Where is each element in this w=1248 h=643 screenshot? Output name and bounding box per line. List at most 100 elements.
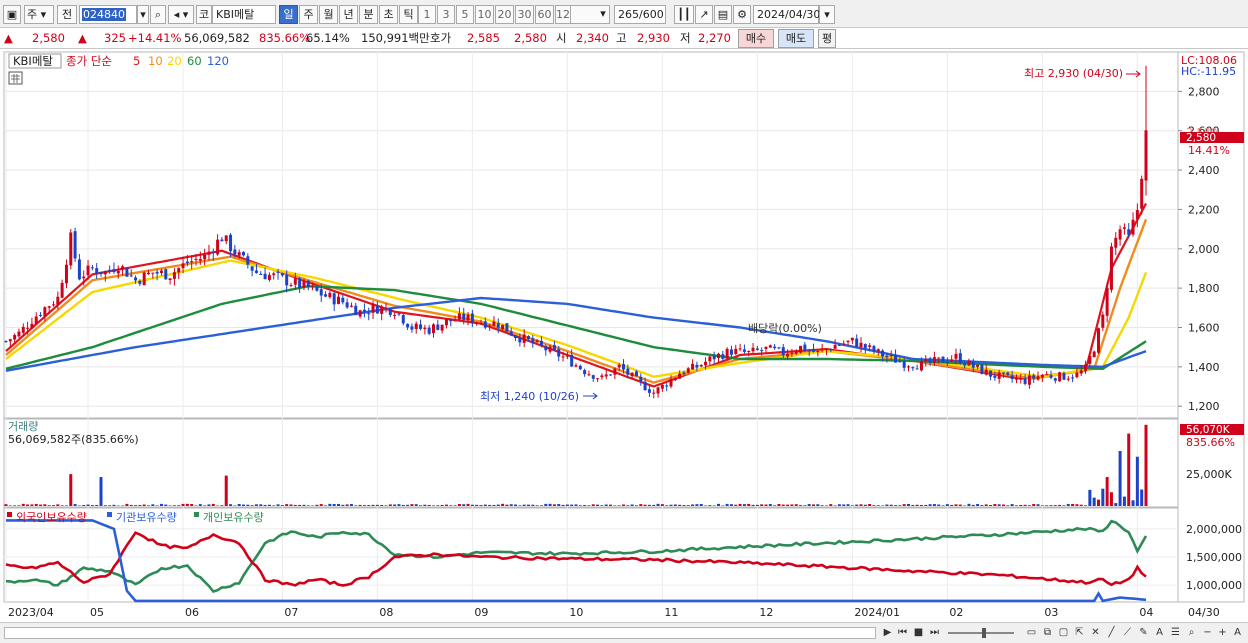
x-tick-label: 2023/04 (8, 606, 54, 619)
zoom-out-icon[interactable]: − (1200, 626, 1215, 640)
x-tick-label: 12 (759, 606, 773, 619)
period-button[interactable]: 초 (379, 5, 398, 24)
chart-type-icon[interactable]: ↗ (695, 5, 713, 24)
interval-button[interactable]: 5 (456, 5, 474, 24)
crosshair-icon[interactable]: ✕ (1088, 626, 1103, 640)
zoom-slider-thumb[interactable] (982, 628, 986, 638)
interval-button[interactable]: 1 (418, 5, 436, 24)
last-page-icon[interactable]: ⏭ (927, 626, 942, 640)
line-tool-icon[interactable]: ╱ (1104, 626, 1119, 640)
market-select[interactable]: 주 ▾ (24, 5, 54, 24)
first-page-icon[interactable]: ⏮ (895, 626, 910, 640)
x-tick-label: 07 (284, 606, 298, 619)
volume-bar (574, 504, 578, 506)
calendar-dropdown-icon[interactable]: ▾ (819, 5, 835, 24)
interval-button[interactable]: 10 (475, 5, 494, 24)
date-field[interactable]: 2024/04/30 (753, 5, 820, 24)
candle-body (1032, 375, 1036, 379)
candle-body (600, 375, 604, 378)
text-tool-icon[interactable]: A (1152, 626, 1167, 640)
speaker-icon[interactable]: ◂ ▾ (168, 5, 194, 24)
period-button[interactable]: 분 (359, 5, 378, 24)
table-toggle-icon[interactable] (8, 71, 23, 85)
settings-tool-icon[interactable]: ☰ (1168, 626, 1183, 640)
volume-bar (591, 504, 595, 506)
period-button[interactable]: 틱 (399, 5, 418, 24)
save-icon[interactable]: ▤ (714, 5, 732, 24)
volume-tag-pct: 835.66% (1186, 436, 1235, 449)
stock-code-input[interactable]: 024840 (79, 5, 137, 24)
market-short-label: 코 (196, 5, 212, 24)
copy-icon[interactable]: ⧉ (1040, 626, 1055, 640)
code-dropdown-icon[interactable]: ▾ (137, 5, 149, 24)
fit-icon[interactable]: ⇱ (1072, 626, 1087, 640)
interval-button[interactable]: 30 (515, 5, 534, 24)
volume-bar (570, 504, 574, 506)
zoom-icon[interactable]: ⌕ (1184, 626, 1199, 640)
gear-icon[interactable]: ⚙ (733, 5, 751, 24)
candle-body (8, 339, 12, 342)
candle-type-icon[interactable]: ┃┃ (674, 5, 694, 24)
volume-bar (125, 503, 129, 506)
candle-body (496, 323, 500, 328)
interval-button[interactable]: 3 (437, 5, 455, 24)
candle-body (548, 346, 552, 352)
candle-body (1114, 237, 1118, 248)
font-size-icon[interactable]: A (1230, 626, 1245, 640)
window-icon[interactable]: ▢ (1056, 626, 1071, 640)
volume-bar (419, 505, 423, 506)
draw-tool-icon[interactable]: ▭ (1024, 626, 1039, 640)
interval-dropdown-icon[interactable]: ▾ (596, 5, 610, 24)
chart-scrollbar[interactable] (4, 627, 876, 639)
volume-bar (945, 504, 949, 506)
search-icon[interactable]: ⌕ (150, 5, 166, 24)
stock-chart[interactable]: 2,8002,6002,4002,2002,0001,8001,6001,400… (0, 50, 1248, 622)
interval-button[interactable]: 20 (495, 5, 514, 24)
trend-tool-icon[interactable]: ⟋ (1120, 626, 1135, 640)
candle-body (285, 274, 289, 286)
volume-bar (898, 505, 902, 506)
volume-bar (790, 504, 794, 506)
volume-bar (229, 504, 233, 506)
period-button[interactable]: 일 (279, 5, 298, 24)
buy-button[interactable]: 매수 (738, 29, 774, 48)
period-button[interactable]: 주 (299, 5, 318, 24)
candle-body (928, 358, 932, 363)
zoom-slider[interactable] (948, 632, 1014, 634)
candle-body (794, 351, 798, 354)
zoom-in-icon[interactable]: + (1215, 626, 1230, 640)
eval-button[interactable]: 평 (818, 29, 836, 48)
candle-body (479, 322, 483, 324)
candle-body (954, 353, 958, 359)
candle-body (440, 324, 444, 331)
period-button[interactable]: 월 (319, 5, 338, 24)
candle-body (518, 337, 522, 343)
stock-name-field[interactable]: KBI메탈 (212, 5, 276, 24)
layout-icon[interactable]: ▣ (3, 5, 21, 24)
candle-body (911, 367, 915, 369)
candle-body (319, 289, 323, 296)
sell-button[interactable]: 매도 (778, 29, 814, 48)
period-button[interactable]: 년 (339, 5, 358, 24)
candle-body (52, 304, 55, 306)
volume-bar (103, 505, 107, 506)
volume-bar (177, 505, 181, 506)
volume-bar (794, 504, 798, 506)
volume-bar (375, 504, 379, 506)
data-count-field[interactable]: 265/600 (614, 5, 666, 24)
scroll-right-icon[interactable]: ▶ (880, 626, 895, 640)
turnover-value: 65.14% (306, 31, 350, 45)
stop-icon[interactable]: ■ (911, 626, 926, 640)
volume-bar (242, 504, 245, 506)
quote-bar: ▲ 2,580 ▲ 325 +14.41% 56,069,582 835.66%… (0, 28, 1248, 49)
volume-bar (941, 505, 945, 506)
candle-body (760, 350, 764, 352)
candle-body (1010, 375, 1014, 380)
interval-button[interactable]: 60 (535, 5, 554, 24)
volume-bar (1053, 505, 1057, 506)
type-select[interactable]: 전 (57, 5, 77, 24)
candle-body (591, 375, 595, 379)
volume-bar (276, 504, 280, 506)
pencil-icon[interactable]: ✎ (1136, 626, 1151, 640)
volume-bar (1114, 503, 1118, 506)
